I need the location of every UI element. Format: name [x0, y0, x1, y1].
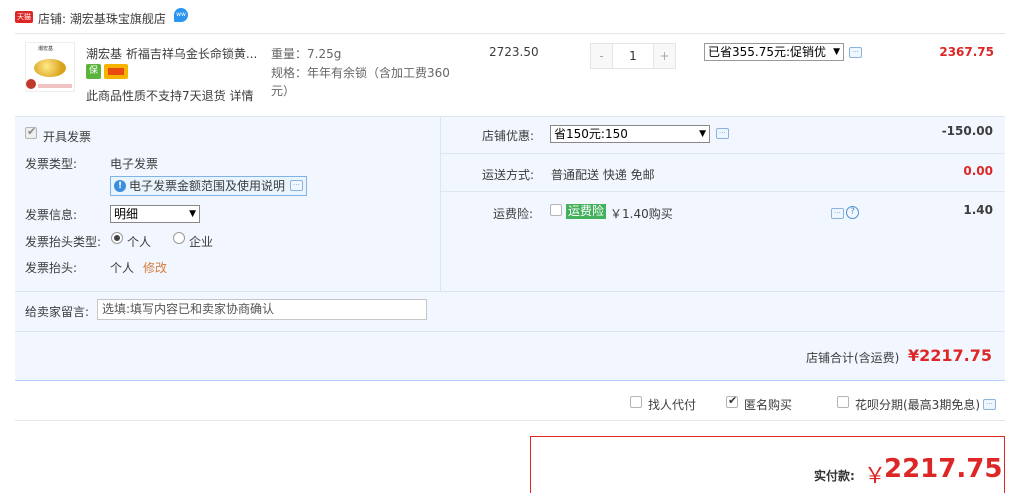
invoice-type-value: 电子发票	[110, 157, 159, 171]
invoice-info-label: 发票信息:	[25, 208, 78, 222]
header-type-personal-radio[interactable]	[111, 232, 123, 244]
anonymous-label[interactable]: 匿名购买	[744, 396, 792, 413]
header-type-personal-label[interactable]: 个人	[127, 233, 151, 250]
info-icon: !	[114, 180, 126, 192]
proxy-pay-label[interactable]: 找人代付	[648, 396, 696, 413]
discount-info-icon[interactable]	[716, 128, 729, 139]
shop-discount-selected: 省150元:150	[554, 127, 628, 141]
invoice-header-label: 发票抬头:	[25, 261, 78, 275]
insurance-label: 运费险:	[493, 207, 534, 221]
shop-discount-value: -150.00	[941, 124, 993, 138]
quantity-stepper: - 1 +	[590, 43, 676, 69]
shop-discount-select[interactable]: 省150元:150 ▼	[550, 125, 710, 143]
promotion-selected: 已省355.75元:促销优	[708, 45, 827, 59]
insurance-checkbox[interactable]	[550, 204, 562, 216]
brand-logo-icon: 潮宏基	[38, 46, 54, 52]
shipping-label: 运送方式:	[482, 168, 535, 182]
price-tag-icon	[26, 79, 36, 89]
huabei-info-icon[interactable]	[983, 399, 996, 410]
tmall-badge: 天猫	[15, 11, 33, 23]
qty-minus-button[interactable]: -	[591, 44, 612, 68]
shop-discount-label: 店铺优惠:	[482, 129, 535, 143]
divider	[441, 191, 1005, 192]
promo-strip-icon	[38, 84, 72, 88]
shipping-fee: 0.00	[963, 164, 993, 178]
chevron-down-icon: ▼	[833, 47, 840, 57]
insurance-chat-icon[interactable]	[831, 208, 844, 219]
payment-label: 实付款:	[814, 469, 855, 483]
einvoice-tip-text: 电子发票金额范围及使用说明	[129, 179, 286, 193]
divider	[441, 153, 1005, 154]
shop-total-label: 店铺合计(含运费)	[806, 351, 900, 365]
product-title[interactable]: 潮宏基 祈福吉祥乌金长命锁黄...	[86, 45, 261, 62]
einvoice-tip[interactable]: ! 电子发票金额范围及使用说明	[110, 176, 307, 196]
shop-total-value: ¥2217.75	[908, 346, 993, 365]
anonymous-checkbox[interactable]	[726, 394, 738, 408]
invoice-checkbox[interactable]	[25, 125, 37, 139]
promotion-select[interactable]: 已省355.75元:促销优 ▼	[704, 43, 844, 61]
invoice-header-type-label: 发票抬头类型:	[25, 235, 102, 249]
guarantee-icon[interactable]: 保	[86, 64, 101, 79]
message-label: 给卖家留言:	[25, 305, 90, 319]
credit-card-icon[interactable]	[104, 64, 128, 79]
shop-name[interactable]: 店铺: 潮宏基珠宝旗舰店	[38, 10, 166, 27]
help-question-icon[interactable]: ?	[846, 206, 859, 219]
huabei-checkbox[interactable]	[837, 396, 849, 408]
huabei-label[interactable]: 花呗分期(最高3期免息)	[855, 396, 980, 413]
invoice-header-value: 个人	[110, 261, 135, 275]
invoice-type-label: 发票类型:	[25, 157, 78, 171]
wangwang-chat-icon[interactable]: ww	[174, 8, 188, 22]
qty-plus-button[interactable]: +	[654, 44, 675, 68]
product-spec-cont: 元）	[271, 84, 296, 98]
product-weight: 重量：7.25g	[271, 47, 342, 61]
tip-chat-icon[interactable]	[290, 180, 303, 191]
message-input[interactable]: 选填:填写内容已和卖家协商确认	[97, 299, 427, 320]
insurance-price: ￥1.40购买	[610, 207, 673, 221]
product-spec: 规格：年年有余锁（含加工费360	[271, 66, 450, 80]
item-subtotal: 2367.75	[939, 45, 994, 59]
chevron-down-icon: ▼	[699, 129, 706, 139]
no-return-note[interactable]: 此商品性质不支持7天退货 详情	[86, 87, 253, 104]
chevron-down-icon: ▼	[189, 209, 196, 219]
payment-amount: 2217.75	[884, 454, 1003, 484]
invoice-header-edit-link[interactable]: 修改	[143, 259, 167, 276]
unit-price: 2723.50	[489, 45, 539, 59]
product-thumbnail[interactable]: 潮宏基	[25, 42, 75, 92]
invoice-info-selected: 明细	[114, 207, 139, 221]
insurance-tag: 运费险	[566, 204, 607, 219]
header-type-company-radio[interactable]	[173, 232, 185, 244]
invoice-open-label: 开具发票	[43, 130, 92, 144]
payment-currency: ￥	[864, 464, 887, 489]
shipping-method: 普通配送 快递 免邮	[551, 168, 655, 182]
qty-input[interactable]: 1	[612, 44, 654, 68]
proxy-pay-checkbox[interactable]	[630, 396, 642, 408]
promo-info-icon[interactable]	[849, 47, 862, 58]
header-type-company-label[interactable]: 企业	[189, 233, 213, 250]
invoice-info-select[interactable]: 明细 ▼	[110, 205, 200, 223]
gold-lock-icon	[34, 59, 66, 77]
insurance-fee: 1.40	[963, 203, 993, 217]
